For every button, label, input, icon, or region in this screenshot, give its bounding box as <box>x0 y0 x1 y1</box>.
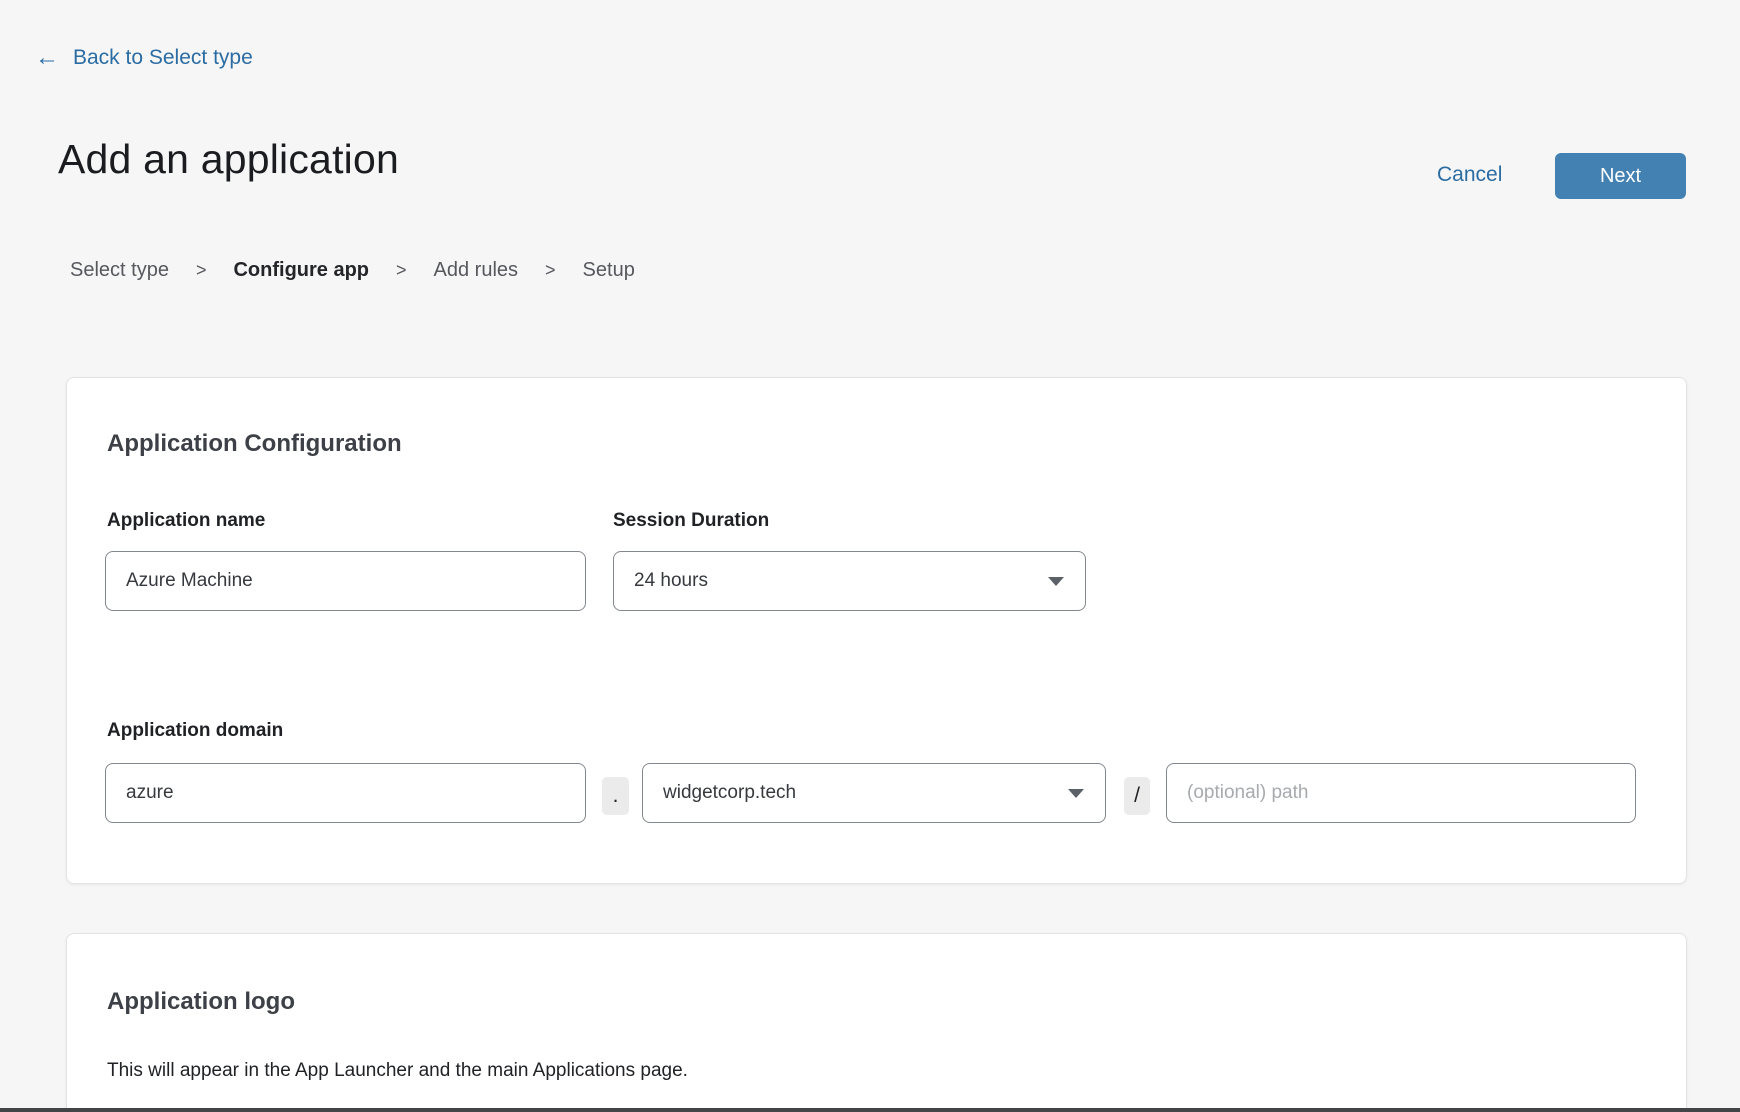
domain-dot-separator: . <box>602 777 629 815</box>
page: ← Back to Select type Add an application… <box>0 0 1740 1112</box>
back-arrow-icon: ← <box>35 46 59 70</box>
application-name-input[interactable] <box>105 551 586 611</box>
path-input[interactable] <box>1166 763 1636 823</box>
logo-card-description: This will appear in the App Launcher and… <box>107 1060 688 1082</box>
screen-bottom-edge <box>0 1108 1740 1112</box>
breadcrumb-step-add-rules[interactable]: Add rules <box>434 259 519 282</box>
domain-select[interactable]: widgetcorp.tech <box>642 763 1106 823</box>
breadcrumb-separator: > <box>196 260 207 281</box>
chevron-down-icon <box>1068 789 1084 798</box>
subdomain-input[interactable] <box>105 763 586 823</box>
breadcrumb-step-select-type[interactable]: Select type <box>70 259 169 282</box>
application-domain-label: Application domain <box>107 720 283 742</box>
breadcrumb-separator: > <box>396 260 407 281</box>
cancel-button[interactable]: Cancel <box>1437 163 1502 187</box>
page-title: Add an application <box>58 136 399 183</box>
application-name-label: Application name <box>107 510 265 532</box>
configuration-card-title: Application Configuration <box>107 430 402 458</box>
session-duration-label: Session Duration <box>613 510 769 532</box>
application-configuration-card: Application Configuration Application na… <box>66 377 1687 884</box>
logo-card-title: Application logo <box>107 988 295 1016</box>
breadcrumb-step-setup[interactable]: Setup <box>583 259 635 282</box>
chevron-down-icon <box>1048 577 1064 586</box>
session-duration-value: 24 hours <box>634 570 708 592</box>
breadcrumb: Select type > Configure app > Add rules … <box>70 259 635 282</box>
breadcrumb-separator: > <box>545 260 556 281</box>
next-button[interactable]: Next <box>1555 153 1686 199</box>
application-logo-card: Application logo This will appear in the… <box>66 933 1687 1112</box>
path-slash-separator: / <box>1124 777 1150 815</box>
back-link-label: Back to Select type <box>73 46 253 70</box>
back-link[interactable]: ← Back to Select type <box>35 46 253 70</box>
domain-value: widgetcorp.tech <box>663 782 796 804</box>
session-duration-select[interactable]: 24 hours <box>613 551 1086 611</box>
breadcrumb-step-configure-app[interactable]: Configure app <box>233 259 369 282</box>
